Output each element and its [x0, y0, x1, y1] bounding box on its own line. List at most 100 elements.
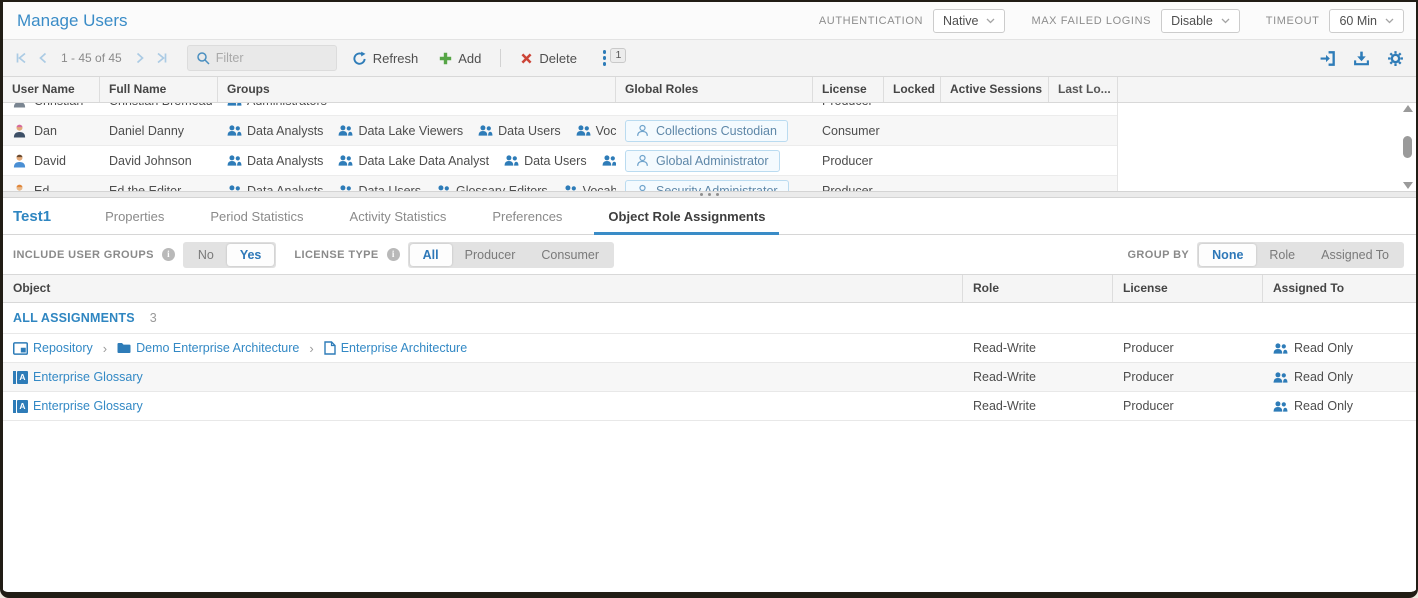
- group-chip: Data Users: [478, 124, 561, 138]
- filter-input-wrapper: [187, 45, 337, 71]
- license-producer-option[interactable]: Producer: [452, 244, 529, 266]
- timeout-label: TIMEOUT: [1266, 15, 1320, 27]
- assigned-to-value: Read Only: [1263, 370, 1416, 384]
- include-yes-option[interactable]: Yes: [227, 244, 275, 266]
- info-icon[interactable]: [387, 248, 400, 261]
- include-no-option[interactable]: No: [185, 244, 227, 266]
- vertical-scrollbar[interactable]: [1400, 105, 1415, 189]
- breadcrumb-separator-icon: [309, 341, 313, 356]
- breadcrumb-folder-link[interactable]: Demo Enterprise Architecture: [117, 341, 299, 355]
- authentication-select[interactable]: Native: [933, 9, 1005, 33]
- column-header-role[interactable]: Role: [963, 275, 1113, 302]
- assignment-row: Enterprise Glossary Read-Write Producer …: [3, 392, 1416, 421]
- include-user-groups-label: INCLUDE USER GROUPS: [13, 249, 154, 261]
- max-failed-logins-select[interactable]: Disable: [1161, 9, 1240, 33]
- glossary-icon: [13, 400, 28, 413]
- group-chip: Data Lake Viewers: [338, 124, 463, 138]
- object-link[interactable]: Enterprise Glossary: [13, 370, 143, 384]
- group-chip: Data Analysts: [227, 154, 323, 168]
- breadcrumb-object-link[interactable]: Enterprise Architecture: [324, 341, 467, 355]
- last-page-button[interactable]: [154, 50, 170, 66]
- more-actions-badge: 1: [610, 48, 626, 63]
- group-by-assigned-to-option[interactable]: Assigned To: [1308, 244, 1402, 266]
- license-consumer-option[interactable]: Consumer: [528, 244, 612, 266]
- repository-icon: [13, 342, 28, 355]
- delete-button[interactable]: Delete: [514, 47, 583, 70]
- assignments-group-header: ALL ASSIGNMENTS 3: [3, 303, 1416, 334]
- first-page-button[interactable]: [13, 50, 29, 66]
- pagination: 1 - 45 of 45: [13, 50, 170, 66]
- impersonate-sign-in-icon[interactable]: [1319, 50, 1336, 67]
- info-icon[interactable]: [162, 248, 175, 261]
- tab-activity-statistics[interactable]: Activity Statistics: [336, 198, 461, 234]
- search-icon: [196, 51, 210, 65]
- column-header-active-sessions[interactable]: Active Sessions: [941, 77, 1049, 102]
- column-header-user-name[interactable]: User Name: [3, 77, 100, 102]
- tab-object-role-assignments[interactable]: Object Role Assignments: [594, 198, 779, 234]
- gear-icon[interactable]: [1387, 50, 1404, 67]
- table-row-dan[interactable]: Dan Daniel Danny Data Analysts Data Lake…: [3, 116, 1117, 146]
- filter-input[interactable]: [216, 51, 328, 65]
- group-chip: Glossary Editors: [436, 184, 548, 192]
- user-name: David: [34, 154, 66, 168]
- tab-preferences[interactable]: Preferences: [478, 198, 576, 234]
- global-role-badge[interactable]: Collections Custodian: [625, 120, 788, 142]
- group-chip: Data Users: [504, 154, 587, 168]
- add-button[interactable]: Add: [433, 47, 487, 70]
- column-header-license[interactable]: License: [813, 77, 884, 102]
- column-header-object[interactable]: Object: [3, 275, 963, 302]
- column-header-locked[interactable]: Locked: [884, 77, 941, 102]
- assigned-to-value: Read Only: [1263, 341, 1416, 355]
- table-row-ed[interactable]: Ed Ed the Editor Data Analysts Data User…: [3, 176, 1117, 191]
- object-breadcrumb: Repository Demo Enterprise Architecture …: [3, 341, 963, 356]
- assignments-table-header: Object Role License Assigned To: [3, 274, 1416, 303]
- role-value: Read-Write: [963, 370, 1113, 384]
- license-value: Producer: [1113, 370, 1263, 384]
- column-header-last-login[interactable]: Last Lo...: [1049, 77, 1118, 102]
- column-header-full-name[interactable]: Full Name: [100, 77, 218, 102]
- assignments-controls: INCLUDE USER GROUPS No Yes LICENSE TYPE …: [3, 235, 1416, 274]
- breadcrumb-repository-link[interactable]: Repository: [13, 341, 93, 355]
- table-row-christian[interactable]: Christian Christian Bremeau Administrato…: [3, 103, 1117, 116]
- user-name: Dan: [34, 124, 57, 138]
- group-icon: [1273, 401, 1288, 412]
- global-role-badge[interactable]: Global Administrator: [625, 150, 780, 172]
- tab-period-statistics[interactable]: Period Statistics: [196, 198, 317, 234]
- license-value: Producer: [1113, 399, 1263, 413]
- full-name: David Johnson: [100, 146, 218, 176]
- previous-page-button[interactable]: [35, 50, 51, 66]
- group-by-role-option[interactable]: Role: [1256, 244, 1308, 266]
- group-by-none-option[interactable]: None: [1199, 244, 1256, 266]
- group-chip: Vocabu: [563, 184, 616, 192]
- folder-icon: [117, 342, 131, 354]
- all-assignments-label: ALL ASSIGNMENTS: [13, 311, 135, 325]
- scrollbar-thumb[interactable]: [1403, 136, 1412, 158]
- object-link[interactable]: Enterprise Glossary: [13, 399, 143, 413]
- license-all-option[interactable]: All: [410, 244, 452, 266]
- toolbar-divider: [500, 49, 501, 67]
- column-header-assigned-to[interactable]: Assigned To: [1263, 275, 1416, 302]
- title-bar: Manage Users AUTHENTICATION Native MAX F…: [3, 2, 1416, 40]
- tab-properties[interactable]: Properties: [91, 198, 178, 234]
- refresh-button[interactable]: Refresh: [346, 47, 425, 70]
- group-chip: Data Users: [338, 184, 421, 192]
- column-header-filler: [1118, 77, 1416, 102]
- download-icon[interactable]: [1353, 50, 1370, 67]
- scroll-up-arrow[interactable]: [1403, 105, 1413, 112]
- next-page-button[interactable]: [132, 50, 148, 66]
- timeout-select[interactable]: 60 Min: [1329, 9, 1404, 33]
- column-header-license[interactable]: License: [1113, 275, 1263, 302]
- column-header-groups[interactable]: Groups: [218, 77, 616, 102]
- scroll-down-arrow[interactable]: [1403, 182, 1413, 189]
- global-role-badge[interactable]: Security Administrator: [625, 180, 789, 192]
- license-value: Producer: [813, 176, 884, 192]
- table-row-david[interactable]: David David Johnson Data Analysts Data L…: [3, 146, 1117, 176]
- license-type-toggle: All Producer Consumer: [408, 242, 614, 268]
- add-label: Add: [458, 51, 481, 66]
- more-actions-button[interactable]: 1: [602, 48, 626, 68]
- refresh-label: Refresh: [373, 51, 419, 66]
- panel-resize-handle[interactable]: [3, 191, 1416, 198]
- plus-icon: [439, 52, 452, 65]
- license-value: Consumer: [813, 116, 884, 146]
- column-header-global-roles[interactable]: Global Roles: [616, 77, 813, 102]
